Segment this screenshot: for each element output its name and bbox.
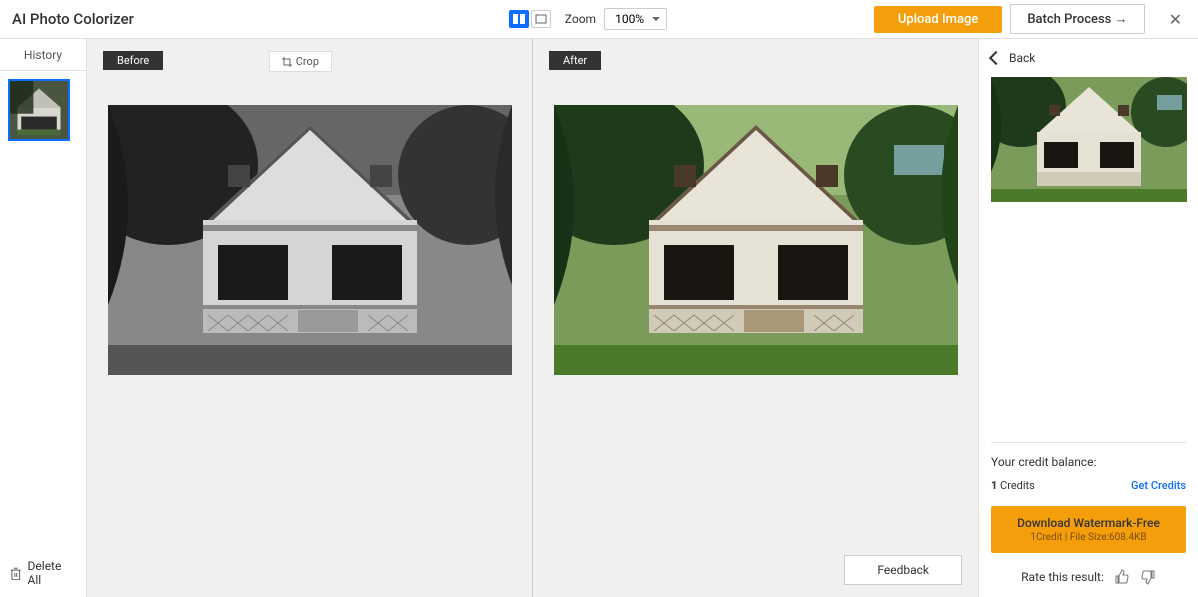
upload-image-button[interactable]: Upload Image bbox=[874, 6, 1002, 33]
app-title: AI Photo Colorizer bbox=[12, 10, 302, 28]
delete-all-label: Delete All bbox=[28, 559, 76, 587]
after-image bbox=[554, 105, 958, 375]
back-label: Back bbox=[1009, 51, 1035, 65]
credit-value: 1 Credits bbox=[991, 479, 1035, 492]
download-main-label: Download Watermark-Free bbox=[999, 516, 1178, 530]
before-pane: Before Crop bbox=[87, 39, 532, 597]
feedback-button[interactable]: Feedback bbox=[844, 555, 962, 585]
result-preview bbox=[991, 77, 1187, 202]
batch-process-button[interactable]: Batch Process → bbox=[1010, 4, 1144, 34]
trash-icon bbox=[10, 567, 22, 580]
close-icon[interactable]: ✕ bbox=[1165, 6, 1186, 33]
after-pane: After bbox=[533, 39, 978, 597]
zoom-label: Zoom bbox=[565, 12, 596, 26]
before-label: Before bbox=[103, 51, 163, 70]
crop-label: Crop bbox=[296, 55, 319, 68]
history-thumbnail[interactable] bbox=[8, 79, 70, 141]
thumbs-up-icon[interactable] bbox=[1114, 569, 1130, 585]
rate-label: Rate this result: bbox=[1021, 570, 1104, 584]
download-sub-label: 1Credit | File Size:608.4KB bbox=[999, 532, 1178, 543]
before-image bbox=[108, 105, 512, 375]
delete-all-button[interactable]: Delete All bbox=[0, 549, 86, 597]
history-tab[interactable]: History bbox=[0, 39, 86, 71]
split-view-toggle[interactable] bbox=[509, 10, 529, 28]
thumbnail-image bbox=[10, 81, 68, 139]
credit-balance-label: Your credit balance: bbox=[991, 455, 1186, 469]
crop-button[interactable]: Crop bbox=[269, 51, 332, 72]
single-view-icon bbox=[535, 14, 547, 24]
back-button[interactable]: Back bbox=[991, 51, 1186, 65]
view-toggle-group bbox=[509, 10, 551, 28]
crop-icon bbox=[282, 57, 292, 67]
chevron-left-icon bbox=[989, 51, 1003, 65]
download-button[interactable]: Download Watermark-Free 1Credit | File S… bbox=[991, 506, 1186, 553]
after-label: After bbox=[549, 51, 601, 70]
get-credits-link[interactable]: Get Credits bbox=[1131, 479, 1186, 492]
single-view-toggle[interactable] bbox=[531, 10, 551, 28]
zoom-select[interactable]: 100% bbox=[604, 8, 667, 30]
thumbs-down-icon[interactable] bbox=[1140, 569, 1156, 585]
split-view-icon bbox=[513, 14, 525, 24]
